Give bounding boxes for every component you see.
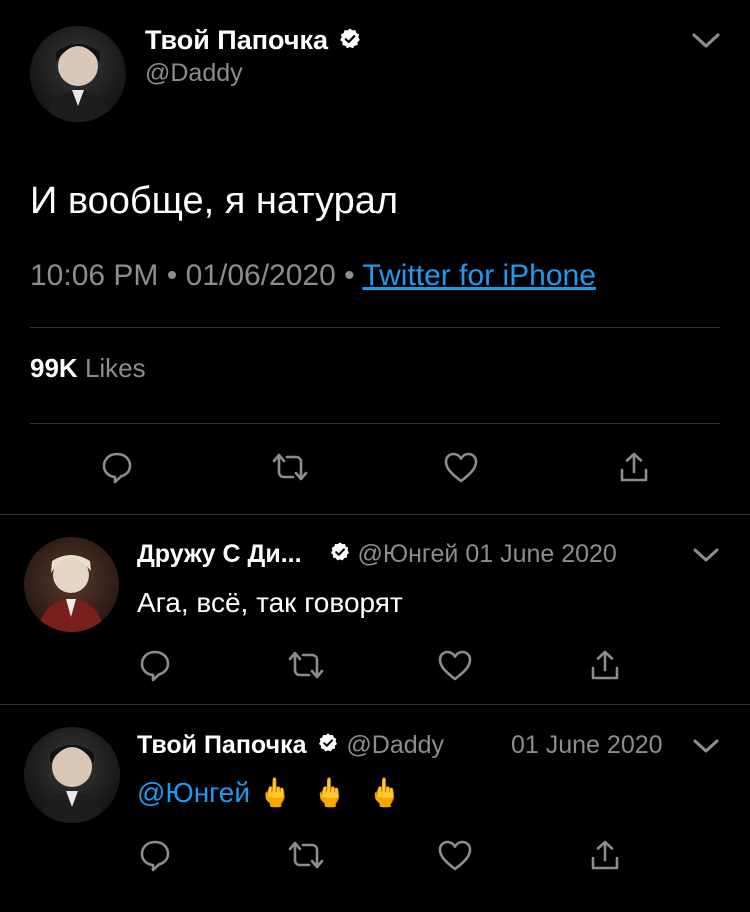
reply-2-date: 01 June 2020: [511, 731, 663, 759]
reply-1-text: Ага, всё, так говорят: [137, 587, 403, 618]
meta-separator: •: [166, 259, 178, 292]
meta-separator: •: [344, 259, 355, 292]
reply-author-avatar[interactable]: [24, 727, 120, 823]
reply-2-emojis: 🖕 🖕 🖕: [257, 777, 408, 808]
retweet-icon[interactable]: [287, 648, 325, 682]
main-author-name[interactable]: Твой Папочка: [145, 24, 362, 58]
reply-1-author-name[interactable]: Дружу С Ди...: [137, 540, 302, 568]
main-author-handle[interactable]: @Daddy: [145, 58, 243, 88]
like-icon[interactable]: [443, 450, 479, 484]
share-icon[interactable]: [588, 838, 622, 872]
verified-badge-icon: [329, 539, 351, 571]
tweet-date: 01/06/2020: [185, 259, 336, 292]
divider: [0, 514, 750, 515]
likes-stat[interactable]: 99K Likes: [30, 352, 146, 384]
reply-1-date: 01 June 2020: [465, 540, 617, 568]
retweet-icon[interactable]: [287, 838, 325, 872]
reply-2-mention[interactable]: @Юнгей: [137, 777, 250, 808]
like-icon[interactable]: [437, 838, 473, 872]
reply-2-author-name[interactable]: Твой Папочка: [137, 731, 307, 759]
reply-1-handle[interactable]: @Юнгей: [357, 540, 458, 568]
verified-badge-icon: [338, 26, 362, 58]
tweet-time: 10:06 PM: [30, 259, 159, 292]
reply-2-text: @Юнгей 🖕 🖕 🖕: [137, 776, 408, 810]
reply-1-header: Дружу С Ди... @Юнгей 01 June 2020: [137, 538, 617, 571]
like-icon[interactable]: [437, 648, 473, 682]
share-icon[interactable]: [617, 450, 651, 484]
chevron-down-icon[interactable]: [692, 736, 720, 756]
verified-badge-icon: [317, 730, 339, 762]
main-tweet-text: И вообще, я натурал: [30, 180, 399, 222]
tweet-meta: 10:06 PM • 01/06/2020 • Twitter for iPho…: [30, 258, 596, 294]
share-icon[interactable]: [588, 648, 622, 682]
reply-2-header: Твой Папочка @Daddy: [137, 729, 444, 762]
main-author-avatar[interactable]: [30, 26, 126, 122]
chevron-down-icon[interactable]: [690, 30, 722, 52]
divider: [30, 423, 720, 424]
retweet-icon[interactable]: [271, 450, 309, 484]
reply-icon[interactable]: [138, 648, 172, 682]
reply-icon[interactable]: [138, 838, 172, 872]
divider: [0, 704, 750, 705]
reply-icon[interactable]: [100, 450, 134, 484]
chevron-down-icon[interactable]: [692, 545, 720, 565]
divider: [30, 327, 720, 328]
tweet-source-link[interactable]: Twitter for iPhone: [362, 259, 595, 292]
reply-author-avatar[interactable]: [24, 537, 119, 632]
likes-label: Likes: [84, 353, 146, 383]
main-author-name-text: Твой Папочка: [145, 25, 329, 55]
likes-count: 99K: [30, 353, 78, 383]
reply-2-handle[interactable]: @Daddy: [346, 731, 444, 759]
